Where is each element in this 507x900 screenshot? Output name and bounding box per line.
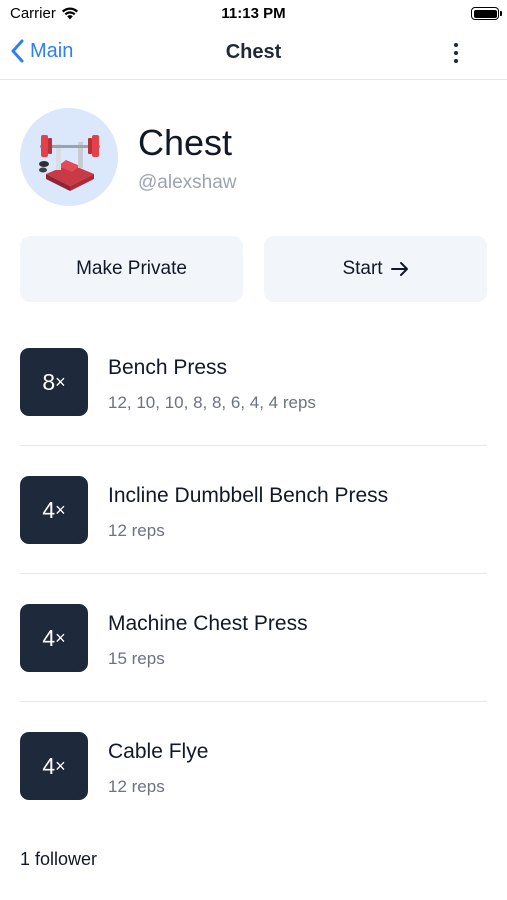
exercise-name: Incline Dumbbell Bench Press	[108, 484, 389, 507]
navigation-bar: Main Chest	[0, 28, 507, 80]
status-bar: Carrier 11:13 PM	[0, 0, 507, 28]
sets-badge: 8 ×	[20, 348, 88, 416]
exercise-row[interactable]: 4 × Machine Chest Press 15 reps	[20, 574, 487, 702]
exercise-reps: 12 reps	[108, 521, 165, 540]
start-button[interactable]: Start	[264, 236, 487, 302]
workout-title: Chest	[138, 122, 233, 163]
status-time: 11:13 PM	[221, 5, 286, 22]
exercise-list: 8 × Bench Press 12, 10, 10, 8, 8, 6, 4, 4…	[20, 318, 487, 830]
battery-icon	[471, 7, 502, 20]
followers-count[interactable]: 1 follower	[20, 849, 97, 870]
sets-badge: 4 ×	[20, 604, 88, 672]
more-options-button[interactable]	[445, 40, 467, 66]
vertical-ellipsis-icon	[454, 43, 458, 47]
make-private-button[interactable]: Make Private	[20, 236, 243, 302]
sets-badge: 4 ×	[20, 476, 88, 544]
workout-header: Chest @alexshaw	[20, 108, 487, 206]
exercise-reps: 15 reps	[108, 649, 165, 668]
author-handle: @alexshaw	[138, 172, 237, 193]
avatar	[20, 108, 118, 206]
exercise-row[interactable]: 4 × Incline Dumbbell Bench Press 12 reps	[20, 446, 487, 574]
start-label: Start	[342, 258, 383, 279]
bench-press-icon	[39, 135, 100, 191]
exercise-name: Cable Flye	[108, 740, 209, 763]
exercise-reps: 12, 10, 10, 8, 8, 6, 4, 4 reps	[108, 393, 316, 412]
exercise-name: Bench Press	[108, 356, 228, 379]
make-private-label: Make Private	[76, 258, 187, 279]
exercise-name: Machine Chest Press	[108, 612, 308, 635]
exercise-row[interactable]: 8 × Bench Press 12, 10, 10, 8, 8, 6, 4, 4…	[20, 318, 487, 446]
nav-title: Chest	[225, 41, 282, 63]
arrow-right-icon	[390, 262, 408, 276]
exercise-row[interactable]: 4 × Cable Flye 12 reps	[20, 702, 487, 830]
sets-badge: 4 ×	[20, 732, 88, 800]
exercise-reps: 12 reps	[108, 777, 165, 796]
